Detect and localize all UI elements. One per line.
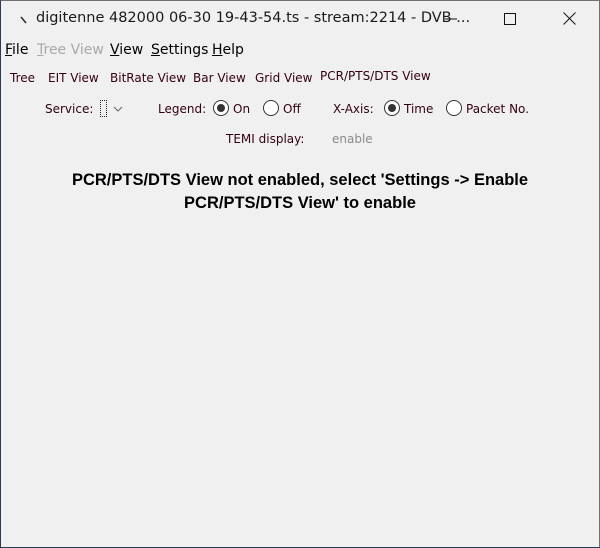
window-title: digitenne 482000 06-30 19-43-54.ts - str… — [36, 10, 471, 26]
menu-file-mnemonic: F — [5, 42, 13, 58]
view-tabs: Tree EIT View BitRate View Bar View Grid… — [1, 67, 599, 91]
menu-settings-mnemonic: S — [151, 42, 160, 58]
temi-display-label: TEMI display: — [226, 132, 305, 146]
close-button[interactable] — [546, 1, 592, 37]
tab-bitrate-view[interactable]: BitRate View — [110, 71, 186, 85]
menu-view-mnemonic: V — [110, 42, 120, 58]
menu-tree-view: Tree View — [37, 42, 104, 58]
legend-label: Legend: — [158, 102, 207, 116]
tab-eit-view[interactable]: EIT View — [48, 71, 99, 85]
message-line-1: PCR/PTS/DTS View not enabled, select 'Se… — [71, 171, 529, 189]
service-label: Service: — [45, 102, 94, 116]
message-line-2: PCR/PTS/DTS View' to enable — [184, 194, 416, 212]
app-icon[interactable] — [19, 13, 29, 27]
service-combobox[interactable] — [100, 100, 107, 117]
minimize-button[interactable] — [428, 1, 474, 37]
xaxis-time-label[interactable]: Time — [404, 102, 433, 116]
minimize-icon — [445, 10, 457, 29]
menu-view[interactable]: View — [110, 42, 143, 58]
tab-tree[interactable]: Tree — [10, 71, 35, 85]
temi-enable-button[interactable]: enable — [332, 132, 373, 146]
menu-tree-view-label: ree View — [43, 42, 104, 58]
menu-help-label: elp — [222, 42, 244, 58]
legend-on-radio[interactable] — [213, 100, 229, 116]
menu-bar: File Tree View View Settings Help — [1, 41, 599, 63]
legend-on-label[interactable]: On — [233, 102, 250, 116]
title-bar[interactable]: digitenne 482000 06-30 19-43-54.ts - str… — [1, 1, 599, 38]
menu-settings-label: ettings — [159, 42, 209, 58]
close-icon — [562, 10, 576, 29]
tab-pcr-pts-dts-view[interactable]: PCR/PTS/DTS View — [320, 69, 431, 83]
menu-view-label: iew — [119, 42, 144, 58]
xaxis-packet-label[interactable]: Packet No. — [466, 102, 529, 116]
xaxis-label: X-Axis: — [333, 102, 374, 116]
chevron-down-icon[interactable] — [113, 102, 123, 116]
menu-help[interactable]: Help — [212, 42, 244, 58]
tab-bar-view[interactable]: Bar View — [193, 71, 246, 85]
menu-file[interactable]: File — [5, 42, 28, 58]
view-controls: Service: Legend: On Off X-Axis: Time Pac… — [1, 99, 599, 121]
legend-off-label[interactable]: Off — [283, 102, 301, 116]
xaxis-time-radio[interactable] — [384, 100, 400, 116]
temi-row: TEMI display: enable — [1, 129, 599, 149]
legend-off-radio[interactable] — [263, 100, 279, 116]
menu-file-label: ile — [12, 42, 29, 58]
maximize-icon — [504, 10, 516, 29]
not-enabled-message: PCR/PTS/DTS View not enabled, select 'Se… — [1, 169, 599, 215]
tab-grid-view[interactable]: Grid View — [255, 71, 312, 85]
menu-settings[interactable]: Settings — [151, 42, 208, 58]
xaxis-packet-radio[interactable] — [446, 100, 462, 116]
menu-help-mnemonic: H — [212, 42, 223, 58]
maximize-button[interactable] — [487, 1, 533, 37]
application-window: digitenne 482000 06-30 19-43-54.ts - str… — [0, 0, 600, 548]
